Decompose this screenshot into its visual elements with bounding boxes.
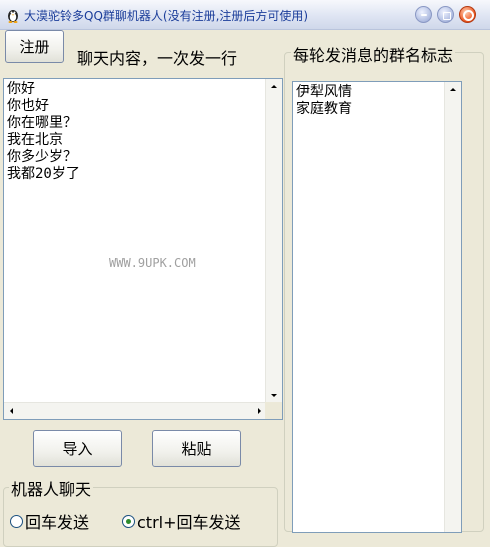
group-line: 家庭教育 <box>296 101 352 117</box>
chat-line: 你也好 <box>7 98 49 114</box>
radio-enter-send-dot[interactable] <box>10 514 23 528</box>
close-button[interactable] <box>459 6 476 23</box>
title-bar[interactable]: 大漠驼铃多QQ群聊机器人(没有注册,注册后方可使用) <box>0 0 490 30</box>
window-title: 大漠驼铃多QQ群聊机器人(没有注册,注册后方可使用) <box>24 9 309 23</box>
radio-enter-send-label: 回车发送 <box>25 513 90 532</box>
radio-ctrl-enter-send-label: ctrl+回车发送 <box>137 513 241 532</box>
group-lines: 伊犁风情 家庭教育 <box>296 84 352 118</box>
robot-chat-legend: 机器人聊天 <box>9 476 94 500</box>
watermark-text: WWW.9UPK.COM <box>109 256 196 270</box>
chat-horizontal-scrollbar[interactable] <box>4 402 267 419</box>
chat-line: 你多少岁？ <box>7 149 77 165</box>
scroll-down-arrow-icon[interactable] <box>271 394 277 397</box>
minimize-button[interactable] <box>415 6 432 23</box>
scroll-left-arrow-icon[interactable] <box>10 408 13 414</box>
register-button[interactable]: 注册 <box>5 30 64 63</box>
scroll-right-arrow-icon[interactable] <box>258 408 261 414</box>
scroll-up-arrow-icon[interactable] <box>271 85 277 88</box>
chat-line: 我在北京 <box>7 132 63 148</box>
chat-content-label: 聊天内容，一次发一行 <box>77 49 238 68</box>
chat-lines: 你好 你也好 你在哪里？ 我在北京 你多少岁？ 我都20岁了 <box>7 81 80 183</box>
radio-enter-send[interactable]: 回车发送 <box>10 509 89 533</box>
chat-content-textarea[interactable]: 你好 你也好 你在哪里？ 我在北京 你多少岁？ 我都20岁了 WWW.9UPK.… <box>3 78 283 420</box>
radio-ctrl-enter-send-dot[interactable] <box>122 514 135 528</box>
chat-line: 你好 <box>7 81 35 97</box>
maximize-button[interactable] <box>437 6 454 23</box>
scroll-up-arrow-icon[interactable] <box>450 88 456 91</box>
chat-vertical-scrollbar[interactable] <box>265 79 282 403</box>
radio-ctrl-enter-send[interactable]: ctrl+回车发送 <box>122 509 241 533</box>
chat-line: 我都20岁了 <box>7 166 80 182</box>
import-button[interactable]: 导入 <box>33 430 122 467</box>
penguin-icon <box>8 10 18 23</box>
chat-line: 你在哪里？ <box>7 115 77 131</box>
paste-button[interactable]: 粘贴 <box>152 430 241 467</box>
group-vertical-scrollbar[interactable] <box>444 82 461 532</box>
group-name-textarea[interactable]: 伊犁风情 家庭教育 <box>292 81 462 533</box>
group-name-legend: 每轮发消息的群名标志 <box>291 42 456 66</box>
scrollbar-corner <box>265 402 282 419</box>
group-line: 伊犁风情 <box>296 84 352 100</box>
